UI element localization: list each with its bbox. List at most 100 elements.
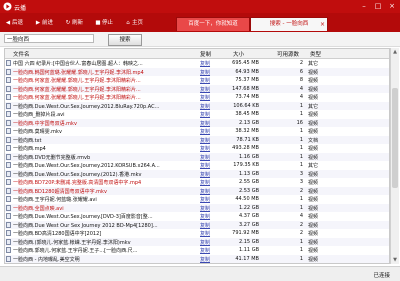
stop-button[interactable]: ■停止 [94, 18, 113, 28]
tab-label: 搜索 - 一脸向西 [269, 21, 309, 27]
table-row[interactable]: 一脸向西.Due.West.Our.Sex.Journey.(2012).香港.… [5, 169, 389, 178]
copy-link[interactable]: 复制 [200, 103, 214, 110]
copy-link[interactable]: 复制 [200, 179, 214, 186]
table-row[interactable]: 一脸向西.BD1280超清国粤双语中字.mkv 复制 2.53 GB 2 视频 [5, 186, 389, 195]
copy-link[interactable]: 复制 [200, 111, 214, 118]
source-count: 1 [299, 128, 303, 134]
close-button[interactable]: × [386, 1, 398, 11]
back-label: 后退 [12, 20, 24, 26]
source-count: 8 [299, 77, 303, 83]
back-button[interactable]: ◀ 后退 [4, 18, 23, 28]
file-icon [6, 60, 11, 66]
file-name: 一脸向西.DVD无删节完整版.rmvb [13, 154, 91, 161]
table-row[interactable]: 一脸向西.韩国何蓝璐.张耀耀.郭晓儿.王宇丹妮.李沐阳.mp4 复制 64.93 M… [5, 67, 389, 76]
table-row[interactable]: 一脸向西.Due.West.Our.Sex.Journey.2012.BluRa… [5, 101, 389, 110]
copy-link[interactable]: 复制 [200, 171, 214, 178]
copy-link[interactable]: 复制 [200, 213, 214, 220]
table-row[interactable]: 一脸向西.BD720P.未删减.完整版.高清国粤双语中字.mp4 复制 2.55 G… [5, 178, 389, 186]
copy-link[interactable]: 复制 [200, 94, 214, 101]
table-header: 文件名 复制 大小 可用源数 类型 [5, 49, 389, 59]
table-row[interactable]: 一脸向西.全国点映.avi 复制 1.22 GB 1 视频 [5, 203, 389, 212]
table-row[interactable]: 一脸向西.莫晴雯.mkv 复制 38.32 MB 1 视频 [5, 127, 389, 135]
source-count: 1 [299, 204, 303, 211]
header-filename[interactable]: 文件名 [13, 50, 30, 58]
forward-label: 前进 [42, 20, 54, 26]
refresh-button[interactable]: ↻ 刷新 [64, 18, 83, 28]
copy-link[interactable]: 复制 [200, 77, 214, 84]
file-size: 493.28 MB [232, 145, 259, 151]
home-button[interactable]: ⌂ 主页 [124, 18, 143, 28]
source-count: 3 [299, 170, 303, 177]
refresh-icon: ↻ [65, 20, 71, 26]
copy-link[interactable]: 复制 [200, 145, 214, 152]
file-type: 视频 [308, 154, 319, 161]
file-type: 视频 [308, 129, 319, 135]
file-icon [6, 247, 11, 253]
file-icon [6, 145, 11, 151]
file-type: 视频 [308, 188, 319, 195]
file-name: 一脸向西.BD高清1280国语中字[2012] [13, 231, 102, 237]
file-type: 视频 [308, 205, 319, 212]
scroll-thumb[interactable] [392, 88, 398, 188]
table-row[interactable]: 一脸向西.郭晓儿.何家蓝.王宇丹妮.王子...[一脸向西.尺... 复制 1.11 … [5, 246, 389, 254]
vertical-scrollbar[interactable]: ▲ ▼ [390, 48, 399, 264]
search-input[interactable] [4, 34, 94, 43]
file-type: 视频 [308, 197, 319, 203]
table-row[interactable]: 一脸向西.中字国粤双语.mkv 复制 2.13 GB 16 视频 [5, 118, 389, 127]
source-count: 1 [299, 102, 303, 109]
copy-link[interactable]: 复制 [200, 196, 214, 203]
table-row[interactable]: 一脸向西.DVD无删节完整版.rmvb 复制 1.16 GB 1 视频 [5, 152, 389, 161]
copy-link[interactable]: 复制 [200, 247, 214, 254]
copy-link[interactable]: 复制 [200, 239, 214, 246]
refresh-label: 刷新 [72, 20, 84, 26]
copy-link[interactable]: 复制 [200, 86, 214, 93]
tab-close-icon[interactable]: × [320, 18, 325, 31]
header-size[interactable]: 大小 [233, 50, 244, 58]
table-row[interactable]: 一脸向西.txt 复制 78.71 KB 1 文档 [5, 135, 389, 144]
copy-link[interactable]: 复制 [200, 222, 214, 229]
copy-link[interactable]: 复制 [200, 154, 214, 161]
table-row[interactable]: 一脸向西_删掉片段.avi 复制 38.45 MB 1 视频 [5, 110, 389, 118]
table-row[interactable]: 一脸向西.Due.West.Our.Sex.Journey.2012.KORSU… [5, 161, 389, 169]
copy-link[interactable]: 复制 [200, 188, 214, 195]
header-type[interactable]: 类型 [310, 50, 321, 58]
copy-link[interactable]: 复制 [200, 60, 214, 67]
table-row[interactable]: 一脸向西.BD高清1280国语中字[2012] 复制 791.92 MB 2 视频 [5, 229, 389, 237]
scroll-up-icon[interactable]: ▲ [391, 48, 399, 56]
copy-link[interactable]: 复制 [200, 128, 214, 135]
copy-link[interactable]: 复制 [200, 205, 214, 212]
tab-baidu[interactable]: 百度一下，你就知道 [176, 17, 250, 31]
copy-link[interactable]: 复制 [200, 120, 214, 127]
copy-link[interactable]: 复制 [200, 69, 214, 76]
file-size: 1.16 GB [238, 153, 259, 160]
table-row[interactable]: 中国 六四 纪录片:[中国合伙人.富春山居图.超人：韩映之... 复制 695.45… [5, 59, 389, 67]
header-sources[interactable]: 可用源数 [277, 50, 299, 58]
copy-link[interactable]: 复制 [200, 162, 214, 169]
copy-link[interactable]: 复制 [200, 137, 214, 144]
source-count: 1 [299, 136, 303, 143]
table-row[interactable]: 一脸向西.何家蓝.张耀耀.郭晓儿.王宇丹妮.李沐阳精彩片... 复制 147.68 … [5, 84, 389, 93]
file-size: 3.27 GB [238, 221, 259, 228]
file-icon [6, 187, 11, 194]
header-copy[interactable]: 复制 [200, 50, 211, 58]
copy-link[interactable]: 复制 [200, 256, 214, 263]
copy-link[interactable]: 复制 [200, 230, 214, 237]
table-row[interactable]: 一脸向西.(郭晓儿.何家蓝.帐嵘.王宇丹妮.李沐阳)mkv 复制 2.15 GB 1 视… [5, 237, 389, 246]
tab-search[interactable]: 搜索 - 一脸向西 × [250, 17, 328, 31]
table-row[interactable]: 一脸向西.Due West Our Sex Journey 2012 BD-Mp… [5, 220, 389, 229]
source-count: 2 [299, 60, 303, 66]
file-name: 一脸向西.何家蓝.张耀耀.郭晓儿.王宇丹妮.李沐阳精彩片... [13, 78, 141, 84]
minimize-button[interactable]: – [358, 1, 370, 11]
table-row[interactable]: 一脸向西.Due.West.Our.Sex.Journey.[DVD-3]百度影… [5, 212, 389, 220]
title-bar: 云播 – □ × [0, 0, 400, 13]
table-row[interactable]: 一脸向西.王宇丹妮.何蓝璐.张耀耀.avi 复制 44.50 MB 1 视频 [5, 195, 389, 203]
forward-button[interactable]: ▶ 前进 [34, 18, 53, 28]
search-button[interactable]: 搜索 [108, 34, 142, 46]
maximize-button[interactable]: □ [372, 1, 384, 11]
app-window: 云播 – □ × ◀ 后退 ▶ 前进 ↻ 刷新 ■停止 ⌂ 主页 百度一下，你就知道 搜… [0, 0, 400, 281]
table-row[interactable]: 一脸向西 - 内地曝乱.美空文明 复制 41.17 MB 1 视频 [5, 254, 389, 263]
table-row[interactable]: 一脸向西.何家蓝.张耀耀.郭晓儿.王宇丹妮.李沐阳精彩片... 复制 75.37 M… [5, 76, 389, 84]
table-row[interactable]: 一脸向西.何家蓝.张耀耀.郭晓儿.王宇丹妮.李沐阳精彩片... 复制 73.74 M… [5, 93, 389, 101]
scroll-down-icon[interactable]: ▼ [391, 256, 399, 264]
table-row[interactable]: 一脸向西.mp4 复制 493.28 MB 1 视频 [5, 144, 389, 152]
